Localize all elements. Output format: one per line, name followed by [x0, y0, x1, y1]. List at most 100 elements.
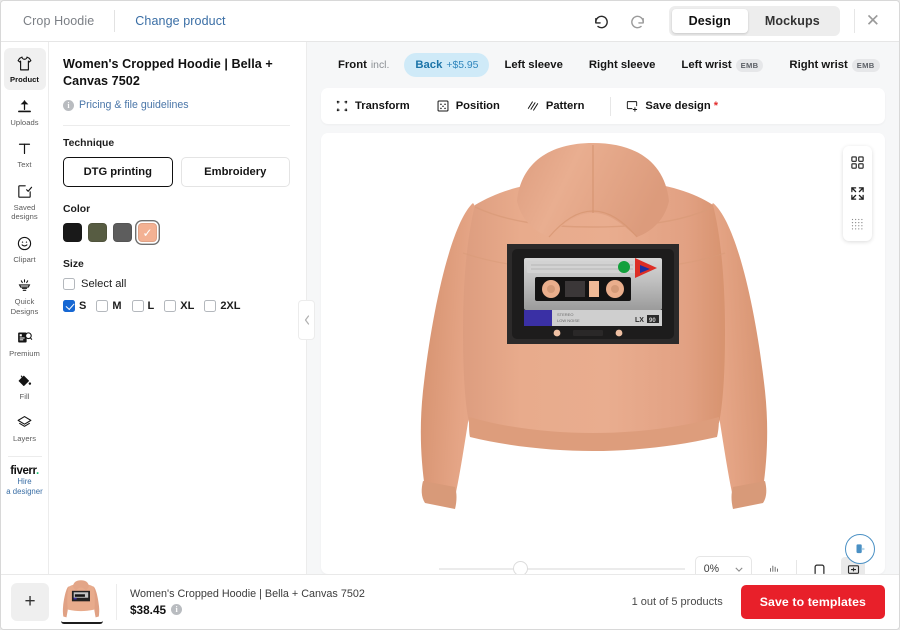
tab-left-wrist-label: Left wrist	[681, 59, 732, 71]
text-t-icon	[16, 139, 33, 158]
close-icon[interactable]: ✕	[861, 11, 885, 31]
size-label-s: S	[79, 300, 87, 312]
sidebar-label-layers: Layers	[12, 434, 37, 443]
tshirt-icon	[16, 54, 33, 73]
redo-arrow-icon[interactable]	[623, 6, 653, 36]
view-mode-switcher: Design Mockups	[668, 6, 840, 36]
color-swatch-military-green[interactable]	[88, 223, 107, 242]
check-icon: ✓	[142, 225, 153, 240]
chevron-left-icon	[304, 315, 309, 325]
product-designer-window: Crop Hoodie Change product Design Mockup…	[0, 0, 900, 630]
size-checkbox-m[interactable]	[96, 300, 109, 312]
canvas-slider[interactable]	[439, 561, 685, 574]
select-all-label: Select all	[81, 278, 127, 290]
sidebar-item-product[interactable]: Product	[3, 48, 46, 90]
pattern-button[interactable]: Pattern	[526, 99, 598, 113]
flat-view-icon[interactable]	[807, 557, 831, 574]
undo-arrow-icon[interactable]	[587, 6, 617, 36]
add-product-button[interactable]: +	[11, 583, 49, 621]
size-checkbox-s[interactable]	[63, 300, 75, 312]
change-product-link[interactable]: Change product	[115, 14, 225, 28]
sidebar-label-text: Text	[17, 160, 32, 169]
size-option-xl[interactable]: XL	[164, 300, 194, 312]
tab-mockups[interactable]: Mockups	[748, 9, 837, 33]
panel-collapse-handle[interactable]	[298, 300, 315, 340]
tab-front-price: incl.	[370, 59, 390, 71]
size-option-l[interactable]: L	[131, 300, 154, 312]
size-label: Size	[63, 259, 84, 270]
tab-design[interactable]: Design	[671, 9, 748, 33]
sidebar-item-text[interactable]: Text	[4, 133, 46, 175]
product-thumbnail[interactable]	[61, 580, 103, 624]
placement-tabs: Front incl. Back +$5.95 Left sleeve Righ…	[321, 42, 885, 88]
size-checkbox-l[interactable]	[131, 300, 144, 312]
fiverr-promo[interactable]: fiverr. Hire a designer	[6, 465, 42, 497]
tab-right-sleeve-label: Right sleeve	[588, 59, 656, 71]
tab-back[interactable]: Back +$5.95	[404, 53, 490, 77]
select-all-checkbox[interactable]	[63, 278, 75, 290]
size-option-2xl[interactable]: 2XL	[204, 300, 241, 312]
info-icon: i	[63, 99, 74, 111]
save-design-button[interactable]: Save design *	[625, 99, 731, 113]
position-label: Position	[455, 100, 500, 112]
color-swatches: ✓	[63, 223, 290, 242]
design-canvas[interactable]: STEREO LOW NOISE LX 90 0%	[321, 133, 885, 574]
tab-left-sleeve-label: Left sleeve	[504, 59, 563, 71]
sidebar-item-quick-designs[interactable]: Quick Designs	[4, 270, 46, 321]
sidebar-item-fill[interactable]: Fill	[4, 365, 46, 407]
fullscreen-expand-icon[interactable]	[847, 183, 868, 204]
color-swatch-storm[interactable]	[113, 223, 132, 242]
size-label-xl: XL	[180, 300, 195, 312]
tab-right-sleeve[interactable]: Right sleeve	[578, 53, 667, 77]
product-settings-panel: Women's Cropped Hoodie | Bella + Canvas …	[49, 42, 315, 574]
pattern-icon	[526, 99, 540, 113]
product-preview: STEREO LOW NOISE LX 90	[321, 133, 885, 574]
tab-right-wrist-badge: EMB	[851, 58, 880, 72]
save-design-label: Save design	[645, 100, 711, 112]
panel-divider	[63, 125, 290, 126]
color-swatch-black[interactable]	[63, 223, 82, 242]
footer-divider	[116, 584, 117, 620]
svg-text:90: 90	[649, 318, 656, 324]
size-option-m[interactable]: M	[96, 300, 122, 312]
position-button[interactable]: Position	[436, 99, 513, 113]
dotted-grid-icon[interactable]	[847, 214, 868, 235]
transform-label: Transform	[355, 100, 410, 112]
technique-embroidery[interactable]: Embroidery	[180, 157, 290, 187]
sidebar-item-clipart[interactable]: Clipart	[4, 228, 46, 270]
size-label-2xl: 2XL	[220, 300, 241, 312]
zoom-level-select[interactable]: 0%	[694, 556, 752, 574]
select-all-row[interactable]: Select all	[63, 278, 290, 290]
tab-right-wrist[interactable]: Right wrist EMB	[778, 53, 890, 78]
size-checkbox-xl[interactable]	[164, 300, 177, 312]
save-to-templates-button[interactable]: Save to templates	[740, 585, 885, 619]
slider-handle[interactable]	[512, 561, 528, 574]
bars-icon[interactable]	[762, 557, 786, 574]
tab-front[interactable]: Front incl.	[327, 53, 400, 77]
size-checkbox-group: S M L XL 2XL	[63, 300, 290, 312]
left-tool-rail: Product Uploads Text Saved designs Clipa…	[1, 42, 49, 574]
price-info-icon[interactable]: i	[171, 604, 183, 615]
sidebar-item-premium[interactable]: Premium	[4, 322, 46, 364]
chat-support-button[interactable]	[845, 534, 875, 564]
sidebar-item-saved-designs[interactable]: Saved designs	[4, 176, 46, 227]
size-option-s[interactable]: S	[63, 300, 86, 312]
sidebar-item-layers[interactable]: Layers	[4, 407, 46, 449]
size-checkbox-2xl[interactable]	[204, 300, 217, 312]
pattern-label: Pattern	[545, 100, 585, 112]
tab-left-sleeve[interactable]: Left sleeve	[493, 53, 573, 77]
design-main-area: Front incl. Back +$5.95 Left sleeve Righ…	[307, 42, 899, 574]
upload-icon	[16, 97, 33, 116]
technique-dtg-printing[interactable]: DTG printing	[63, 157, 173, 187]
toolbar-divider	[610, 96, 612, 116]
undo-redo-group	[587, 6, 653, 36]
save-design-icon	[625, 99, 639, 113]
pricing-guidelines-link[interactable]: i Pricing & file guidelines	[63, 99, 290, 111]
transform-button[interactable]: Transform	[335, 99, 423, 113]
grid-layout-icon[interactable]	[847, 152, 868, 173]
sidebar-item-uploads[interactable]: Uploads	[4, 91, 46, 133]
sidebar-label-clipart: Clipart	[13, 254, 36, 264]
fiverr-hire-link[interactable]: Hire a designer	[6, 477, 42, 497]
tab-left-wrist[interactable]: Left wrist EMB	[670, 53, 774, 78]
color-swatch-peach[interactable]: ✓	[138, 223, 157, 242]
